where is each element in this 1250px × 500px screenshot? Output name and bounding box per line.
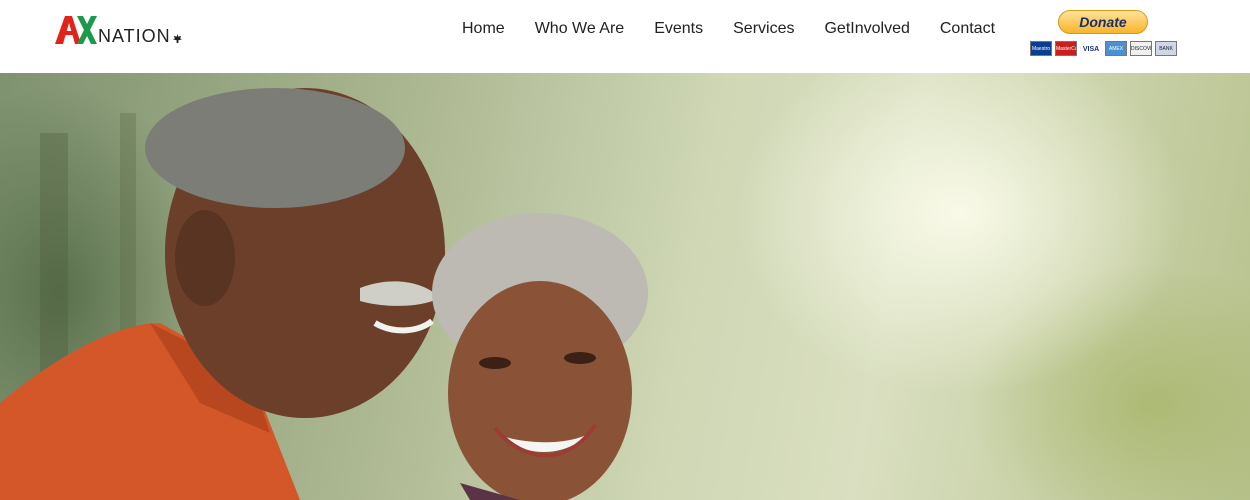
couple-outdoors-photo-icon: [0, 88, 648, 500]
bank-card-icon: BANK: [1155, 41, 1177, 56]
maestro-card-icon: Maestro: [1030, 41, 1052, 56]
site-logo[interactable]: NATION: [55, 14, 182, 46]
nav-who-we-are[interactable]: Who We Are: [535, 19, 625, 39]
main-nav: Home Who We Are Events Services GetInvol…: [462, 19, 1025, 39]
payment-cards: Maestro MasterCard VISA AMEX DISCOVER BA…: [1030, 41, 1177, 56]
nav-services[interactable]: Services: [733, 19, 794, 39]
amex-card-icon: AMEX: [1105, 41, 1127, 56]
logo-mark-icon: [55, 16, 97, 44]
donate-button[interactable]: Donate: [1058, 10, 1148, 34]
nav-home[interactable]: Home: [462, 19, 505, 39]
visa-card-icon: VISA: [1080, 41, 1102, 56]
mastercard-card-icon: MasterCard: [1055, 41, 1077, 56]
nav-events[interactable]: Events: [654, 19, 703, 39]
site-header: NATION Home Who We Are Events Services G…: [0, 0, 1250, 73]
discover-card-icon: DISCOVER: [1130, 41, 1152, 56]
nav-get-involved[interactable]: GetInvolved: [824, 19, 909, 39]
maple-leaf-icon: [172, 34, 182, 43]
nav-contact[interactable]: Contact: [940, 19, 995, 39]
logo-text: NATION: [98, 26, 171, 46]
hero-image: [0, 73, 1250, 500]
